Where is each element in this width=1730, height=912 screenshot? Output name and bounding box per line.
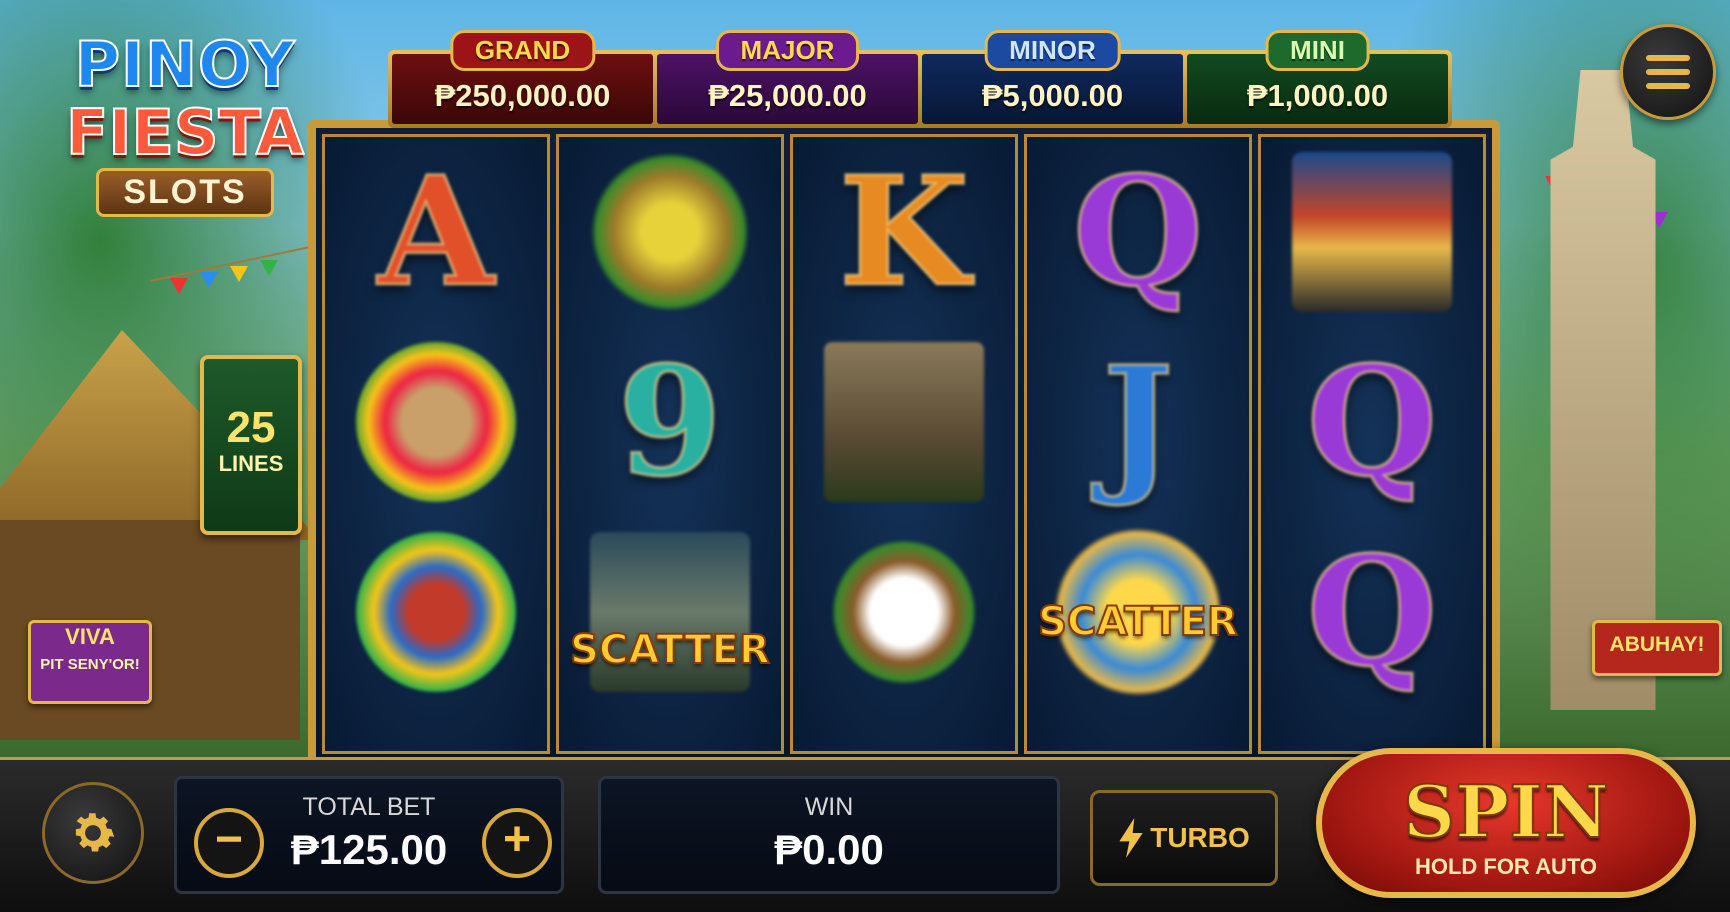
flag [260,260,278,276]
jackpot-major-label: MAJOR [715,30,860,71]
jeepney-icon [1292,152,1452,312]
flag [200,272,218,288]
reel-symbol: SCATTER [559,517,781,707]
symbol-k: K [837,144,970,320]
win-label: WIN [804,793,854,821]
game-logo: PINOY FIESTA SLOTS [40,28,330,245]
reel-4: Q J SCATTER [1024,134,1252,754]
reel-symbol [559,137,781,327]
control-bar: TOTAL BET ₱125.00 − + WIN ₱0.00 TURBO SP… [0,748,1730,912]
mask-icon [356,342,516,502]
symbol-j: J [1101,334,1175,510]
viva-sign-title: VIVA [65,624,115,649]
jackpot-mini-label: MINI [1265,30,1370,71]
reel-symbol: 9 [559,327,781,517]
reel-1: A [322,134,550,754]
reel-frame: A 9 SCATTER K Q J SCATTER Q Q [308,120,1500,760]
hamburger-icon [1646,69,1690,75]
symbol-a: A [376,144,495,320]
fruit-basket-icon [590,152,750,312]
decrease-bet-button[interactable]: − [194,808,264,878]
lightning-icon [1119,818,1143,858]
church-icon [824,342,984,502]
logo-line-3: SLOTS [96,168,274,217]
turbo-button[interactable]: TURBO [1090,790,1278,886]
hamburger-icon [1646,83,1690,89]
logo-line-1: PINOY [74,28,296,101]
symbol-q: Q [1305,524,1439,700]
paylines-badge: 25 LINES [200,355,302,535]
jackpot-mini: MINI ₱1,000.00 [1187,30,1448,124]
church-tower [1550,70,1656,710]
reel-symbol: Q [1261,327,1483,517]
coconut-drink-icon [824,532,984,692]
paylines-label: LINES [218,451,284,476]
mabuhay-sign: ABUHAY! [1592,620,1722,676]
jackpot-major: MAJOR ₱25,000.00 [657,30,918,124]
viva-sign-subtitle: PIT SENY'OR! [40,656,140,673]
increase-bet-button[interactable]: + [482,808,552,878]
reel-symbol [325,327,547,517]
flag [230,266,248,282]
paylines-count: 25 [226,403,276,452]
jackpot-grand-value: ₱250,000.00 [434,78,611,113]
jackpot-minor-value: ₱5,000.00 [981,78,1124,113]
jeepney-mask-icon [356,532,516,692]
reel-symbol: J [1027,327,1249,517]
jackpot-minor: MINOR ₱5,000.00 [922,30,1183,124]
reel-symbol: SCATTER [1027,517,1249,707]
viva-sign: VIVA PIT SENY'OR! [28,620,152,704]
jackpot-minor-label: MINOR [984,30,1121,71]
spin-button[interactable]: SPIN HOLD FOR AUTO [1316,748,1696,898]
reel-2: 9 SCATTER [556,134,784,754]
menu-button[interactable] [1620,24,1716,120]
scatter-label: SCATTER [1037,598,1239,646]
reel-symbol [793,327,1015,517]
turbo-label: TURBO [1150,822,1250,853]
jackpot-major-value: ₱25,000.00 [708,78,867,113]
win-panel: WIN ₱0.00 [598,776,1060,894]
reel-5: Q Q [1258,134,1486,754]
reel-symbol [1261,137,1483,327]
reel-symbol: Q [1261,517,1483,707]
scatter-label: SCATTER [569,626,771,674]
reel-3: K [790,134,1018,754]
symbol-9: 9 [616,334,723,510]
reel-symbol: A [325,137,547,327]
settings-button[interactable] [42,782,144,884]
symbol-q: Q [1071,144,1205,320]
spin-label: SPIN [1402,769,1610,854]
jackpot-grand-label: GRAND [449,30,596,71]
spin-sublabel: HOLD FOR AUTO [1414,854,1598,879]
reel-symbol: Q [1027,137,1249,327]
jackpot-grand: GRAND ₱250,000.00 [392,30,653,124]
symbol-q: Q [1305,334,1439,510]
flag [170,278,188,294]
reel-symbol: K [793,137,1015,327]
win-value: ₱0.00 [774,826,884,873]
logo-line-2: FIESTA [65,96,305,169]
hamburger-icon [1646,55,1690,61]
jackpot-bar: GRAND ₱250,000.00 MAJOR ₱25,000.00 MINOR… [388,30,1452,128]
jackpot-mini-value: ₱1,000.00 [1246,78,1389,113]
gear-icon [75,813,115,852]
reel-symbol [793,517,1015,707]
reel-symbol [325,517,547,707]
